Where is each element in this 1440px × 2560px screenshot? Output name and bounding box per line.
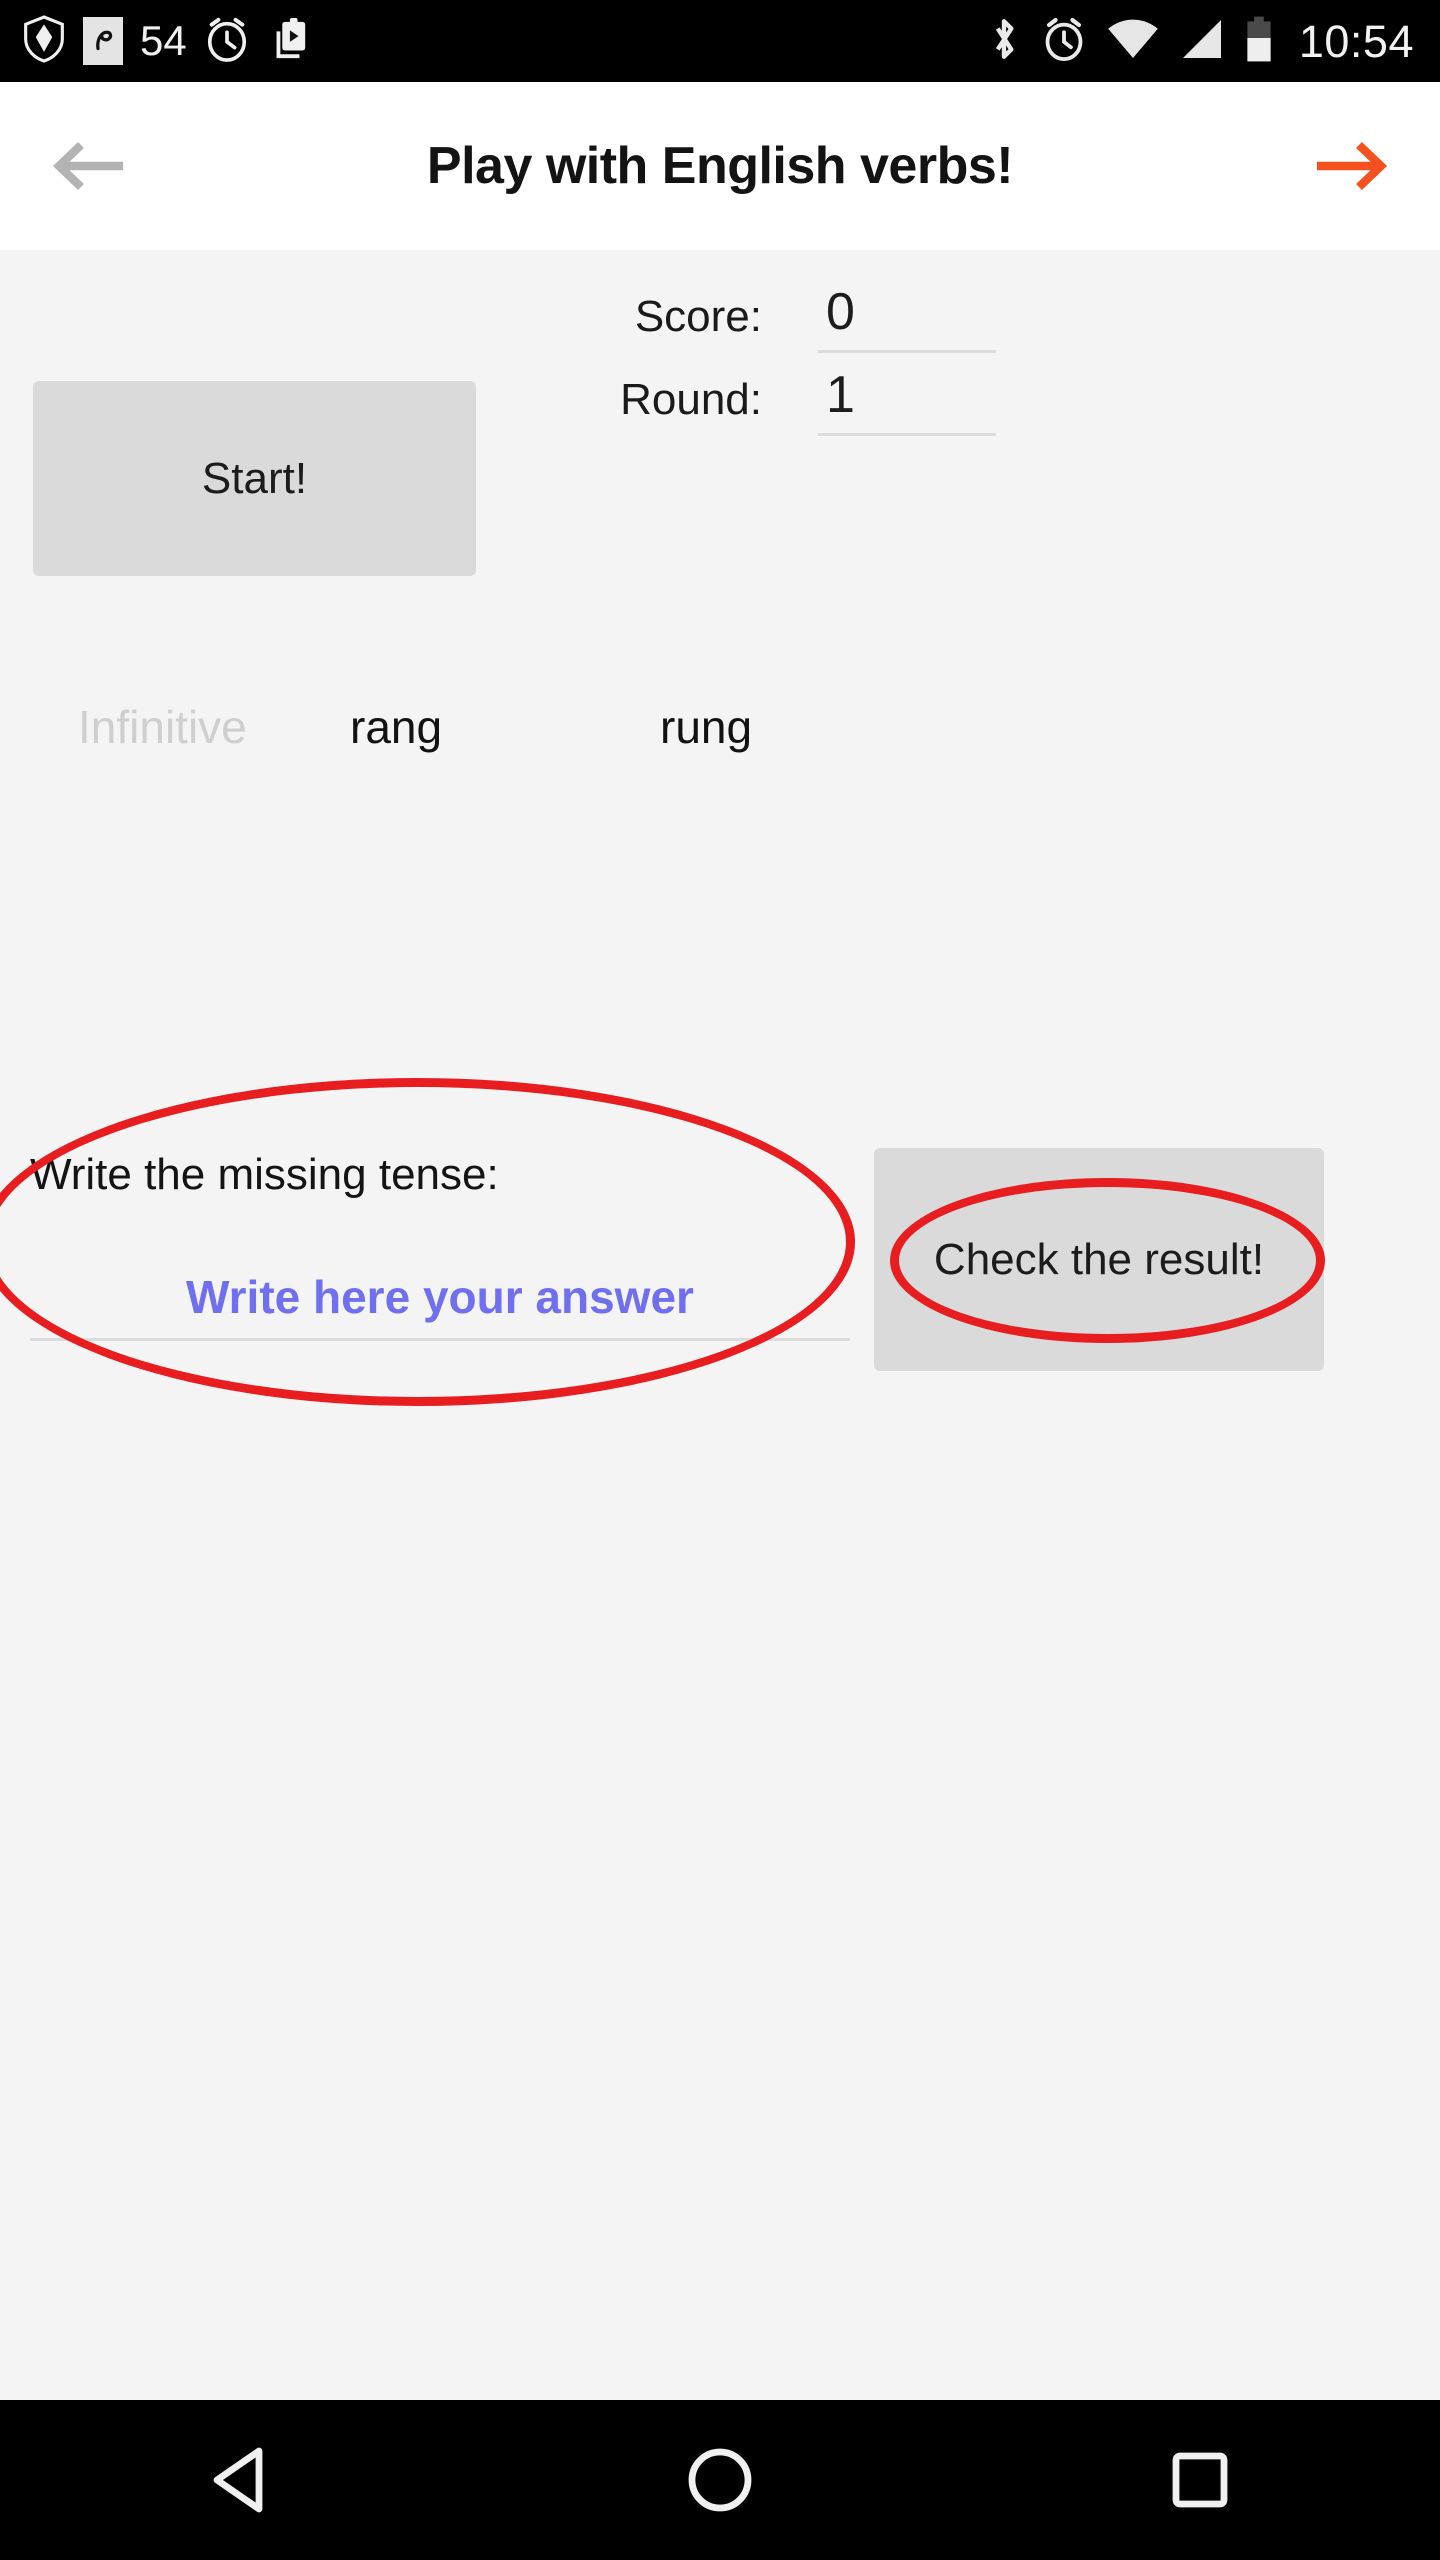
nav-back-triangle-icon[interactable] — [180, 2420, 300, 2540]
status-bar-clock: 10:54 — [1298, 15, 1414, 67]
battery-icon — [1245, 15, 1273, 68]
app-bar: Play with English verbs! — [0, 82, 1440, 250]
back-arrow-icon[interactable] — [44, 121, 134, 211]
cellular-signal-icon — [1179, 18, 1225, 65]
alarm-clock-icon — [204, 15, 250, 68]
main-content: Score: 0 Round: 1 Start! Infinitive rang… — [0, 250, 1440, 2560]
answer-placeholder: Write here your answer — [186, 1271, 694, 1323]
round-value: 1 — [818, 365, 996, 436]
answer-input[interactable]: Write here your answer — [30, 1270, 850, 1341]
score-row: Score: 0 — [560, 282, 1060, 353]
answer-section: Write the missing tense: Write here your… — [30, 1150, 850, 1341]
round-row: Round: 1 — [560, 365, 1060, 436]
notification-count: 54 — [140, 17, 187, 64]
start-button[interactable]: Start! — [33, 381, 476, 576]
answer-prompt: Write the missing tense: — [30, 1150, 499, 1199]
status-bar-left-icons: 54 — [22, 14, 309, 68]
alarm-icon — [1041, 15, 1087, 68]
score-label: Score: — [634, 292, 762, 341]
tense-past-participle: rung — [660, 701, 753, 753]
round-label: Round: — [620, 375, 762, 424]
status-bar-right-icons: 10:54 — [987, 14, 1414, 69]
score-value: 0 — [818, 282, 996, 353]
android-nav-bar — [0, 2400, 1440, 2560]
status-bar: 54 10:54 — [0, 0, 1440, 82]
bluetooth-icon — [987, 14, 1021, 69]
wifi-icon — [1107, 18, 1159, 65]
nav-home-circle-icon[interactable] — [660, 2420, 780, 2540]
clipboard-play-icon — [267, 16, 309, 67]
score-panel: Score: 0 Round: 1 — [560, 282, 1060, 448]
nav-recents-square-icon[interactable] — [1140, 2420, 1260, 2540]
check-result-button[interactable]: Check the result! — [874, 1148, 1324, 1371]
tense-past-simple: rang — [350, 701, 443, 753]
shield-icon — [22, 14, 66, 68]
tense-row: Infinitive rang rung — [0, 700, 900, 754]
forward-arrow-icon[interactable] — [1306, 121, 1396, 211]
phone-screen: 54 10:54 Play with English verbs! Score:… — [0, 0, 1440, 2560]
app-badge-icon — [83, 17, 123, 65]
tense-infinitive[interactable]: Infinitive — [0, 700, 350, 754]
page-title: Play with English verbs! — [426, 137, 1014, 195]
